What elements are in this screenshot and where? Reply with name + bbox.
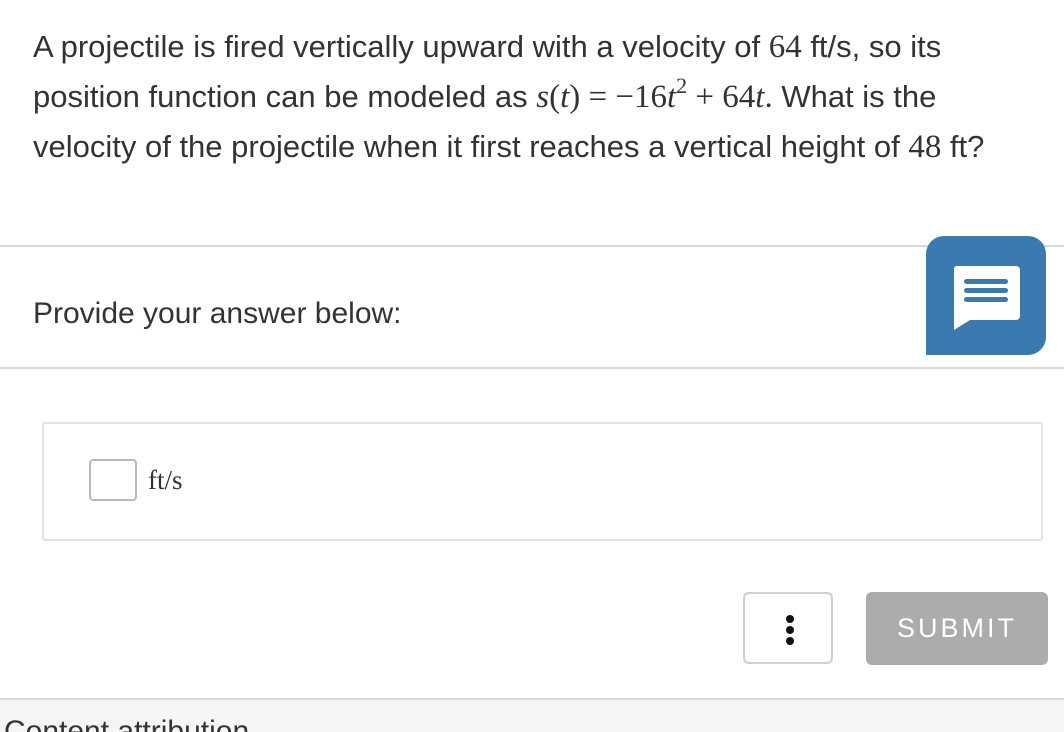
answer-prompt: Provide your answer below: bbox=[33, 297, 402, 330]
answer-unit: ft/s bbox=[148, 465, 183, 495]
exponent: 2 bbox=[676, 73, 688, 98]
chat-bubble-icon bbox=[953, 266, 1020, 330]
divider-top bbox=[0, 245, 1064, 247]
t-variable: t bbox=[666, 79, 677, 115]
equals-coefficient: = −16 bbox=[580, 79, 667, 115]
chat-button[interactable] bbox=[926, 236, 1046, 355]
plus-coefficient: + 64 bbox=[687, 79, 756, 115]
position-function: s(t) = −16t2 + 64t. bbox=[536, 75, 773, 116]
divider-middle bbox=[0, 367, 1064, 369]
question-part-1: A projectile is fired vertically upward … bbox=[33, 29, 769, 64]
answer-input[interactable] bbox=[89, 459, 137, 501]
function-name: s bbox=[536, 79, 550, 115]
content-attribution-link[interactable]: Content attribution bbox=[4, 712, 249, 732]
height-value: 48 bbox=[908, 129, 942, 165]
question-part-4: ft? bbox=[941, 129, 985, 164]
answer-container: ft/s bbox=[42, 422, 1043, 541]
period: . bbox=[764, 79, 773, 115]
question-text: A projectile is fired vertically upward … bbox=[33, 22, 1043, 172]
paren-close: ) bbox=[569, 79, 581, 115]
more-options-button[interactable] bbox=[743, 592, 833, 664]
footer: Content attribution bbox=[0, 698, 1064, 732]
function-variable: t bbox=[560, 79, 570, 115]
submit-button[interactable]: SUBMIT bbox=[866, 592, 1048, 665]
velocity-value: 64 bbox=[768, 29, 802, 65]
paren-open: ( bbox=[549, 79, 561, 115]
